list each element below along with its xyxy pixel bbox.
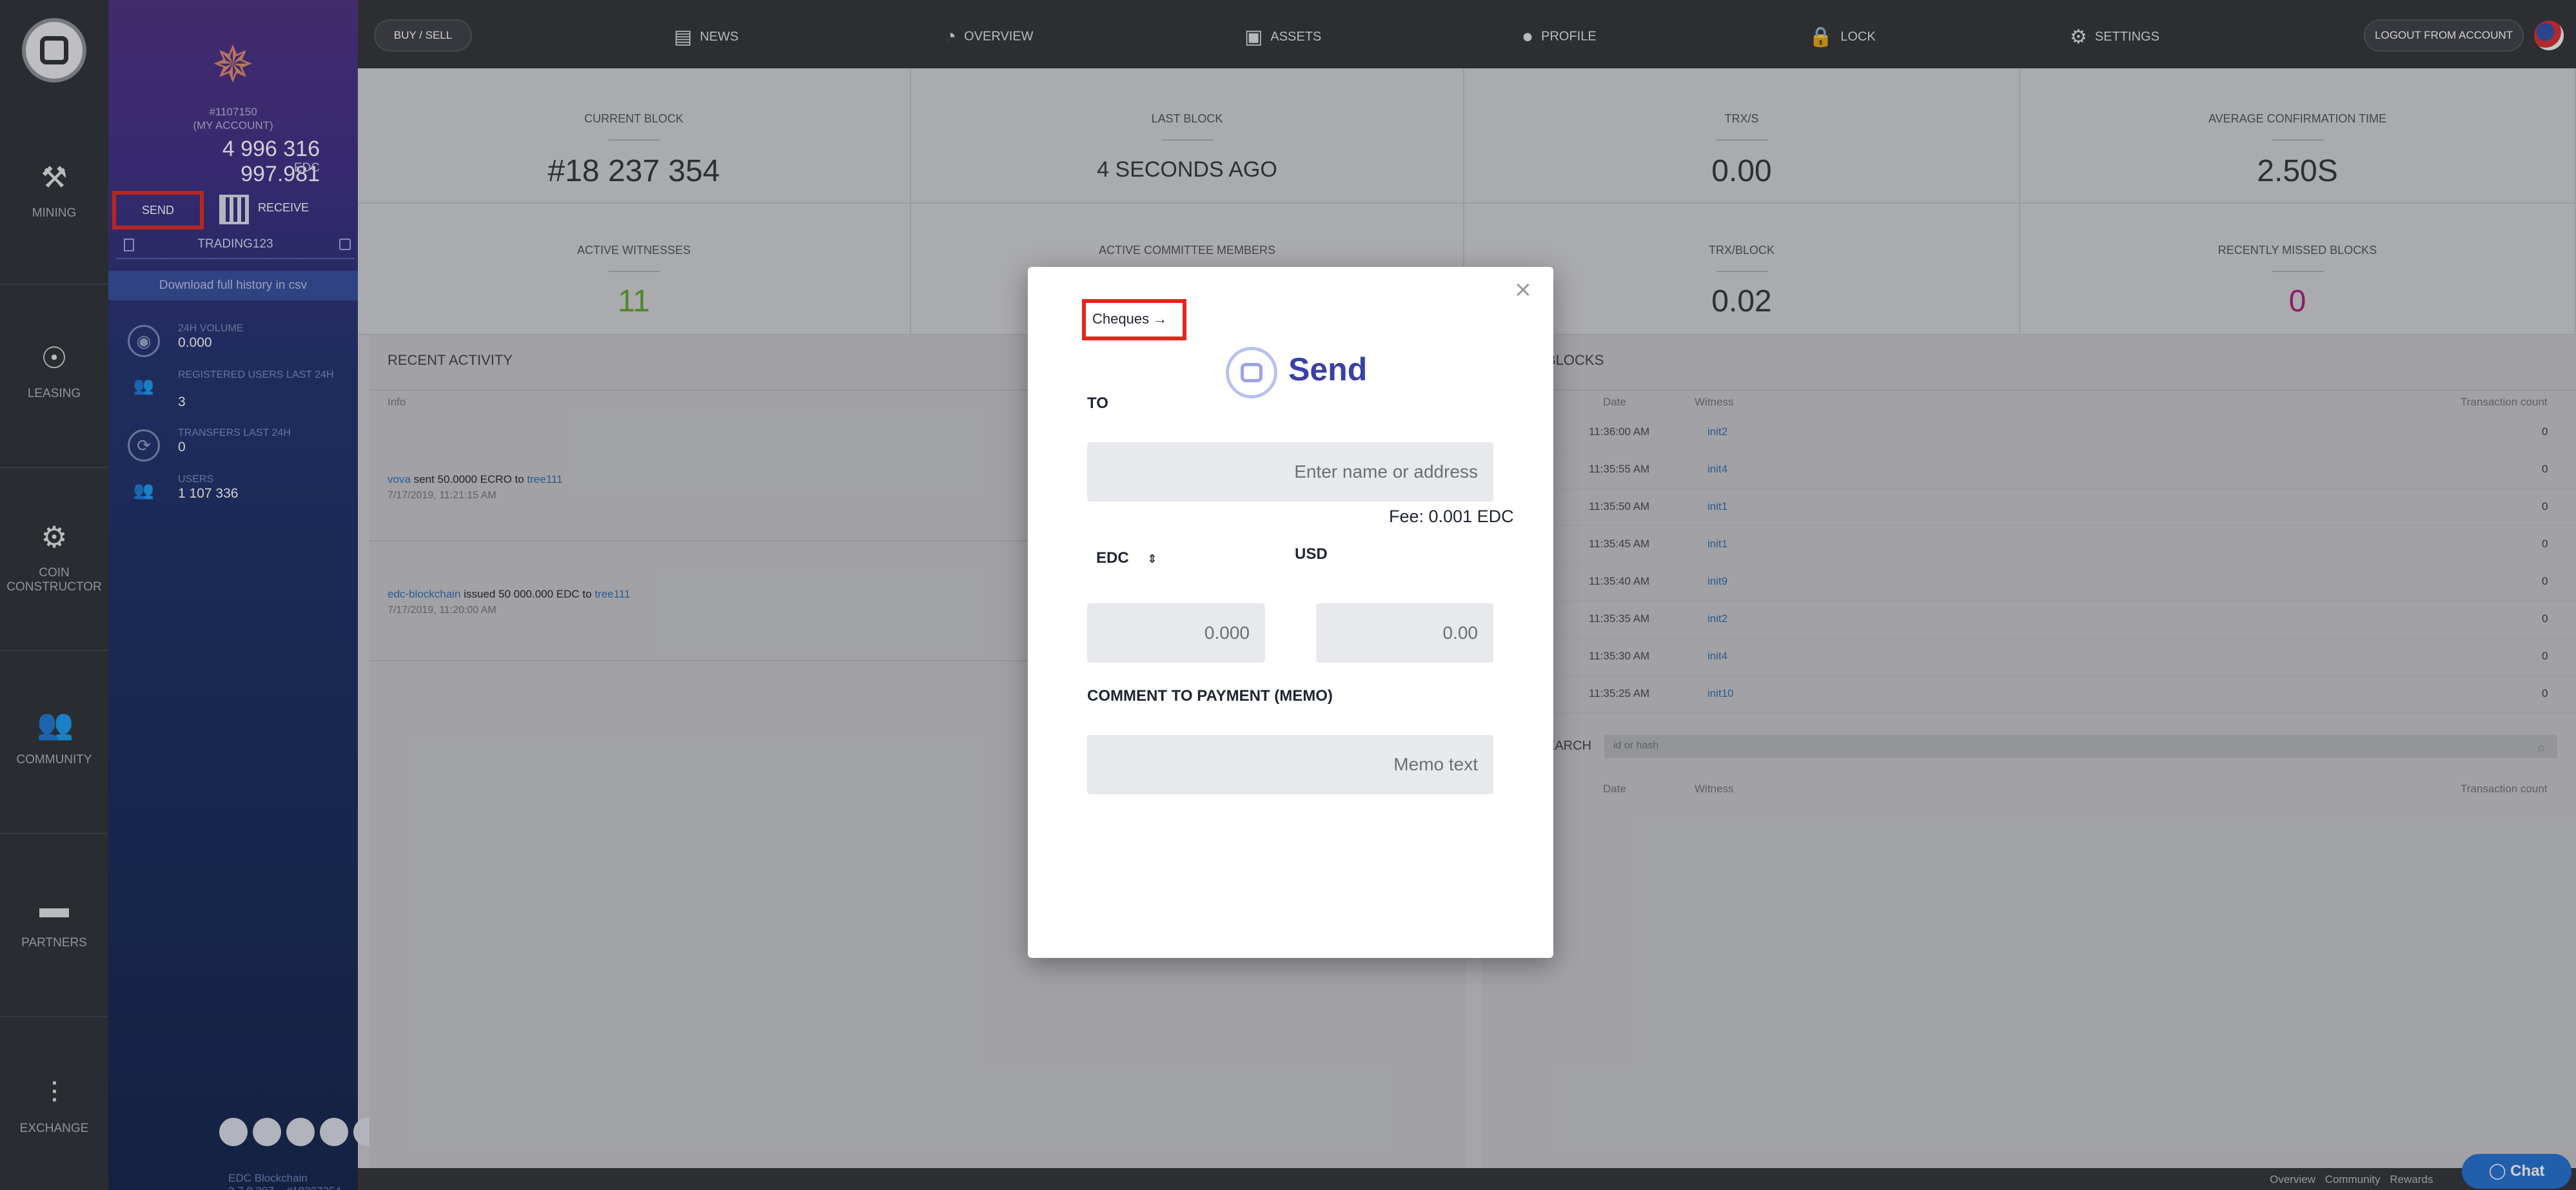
- modal-title: Send: [1288, 351, 1368, 387]
- memo-input[interactable]: Memo text: [1087, 735, 1493, 794]
- usd-amount-input[interactable]: 0.00: [1316, 603, 1493, 663]
- to-label: TO: [1087, 395, 1108, 412]
- memo-label: COMMENT TO PAYMENT (MEMO): [1087, 687, 1333, 705]
- send-modal: × Cheques → Send TO Enter name or addres…: [1028, 267, 1553, 958]
- close-icon[interactable]: ×: [1510, 276, 1536, 304]
- edc-logo-icon: [1226, 347, 1277, 398]
- cheques-link[interactable]: Cheques →: [1082, 299, 1186, 340]
- currency-select[interactable]: EDC ⇕: [1096, 549, 1157, 567]
- recipient-input[interactable]: Enter name or address: [1087, 442, 1493, 502]
- usd-label: USD: [1295, 545, 1328, 563]
- updown-chevron-icon: ⇕: [1147, 552, 1157, 565]
- amount-input[interactable]: 0.000: [1087, 603, 1265, 663]
- fee-text: Fee: 0.001 EDC: [1389, 507, 1514, 526]
